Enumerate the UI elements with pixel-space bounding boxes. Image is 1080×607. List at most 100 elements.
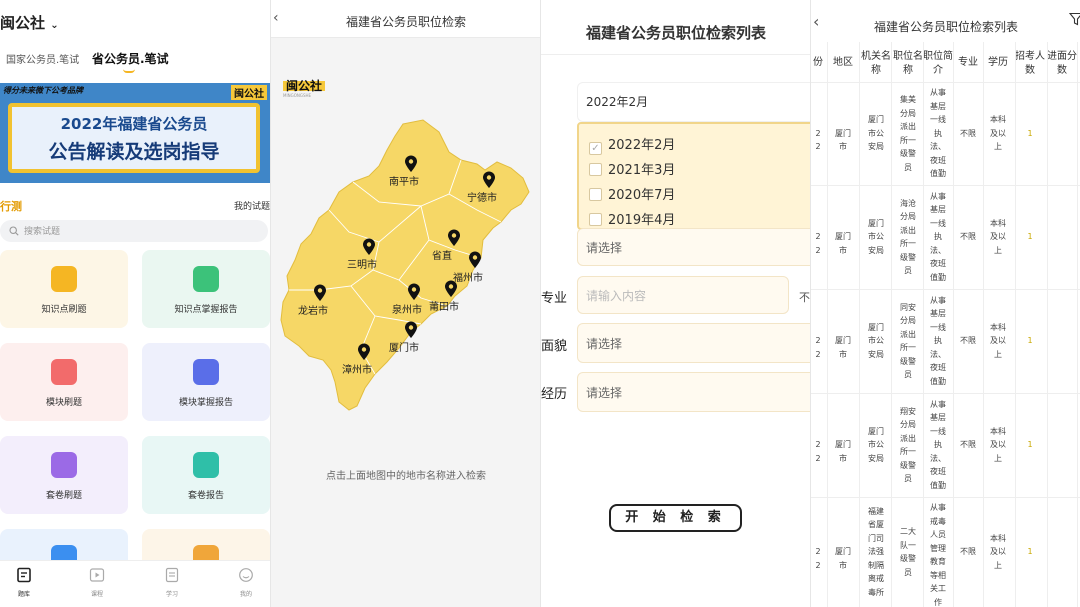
tab-national[interactable]: 国家公务员.笔试 [6,51,79,66]
table-cell: 22 [815,128,821,152]
my-exams-link[interactable]: 我的试题 [234,199,270,212]
tile-label: 模块刷题 [45,398,82,408]
start-search-button[interactable]: 开 始 检 索 [609,504,742,532]
notes-icon [165,567,179,583]
city-label[interactable]: 漳州市 [342,361,400,376]
city-marker[interactable]: 龙岩市 [298,284,356,317]
form-title: 福建省公务员职位检索列表 [585,24,766,42]
table-row[interactable]: 22 厦门市 厦门市公安局 集美分局派出所一级警员 从事基层一线执法、夜班值勤 不限 本科及… [811,82,1080,185]
year-option-2020[interactable]: 2020年7月 [589,184,675,203]
chevron-down-icon[interactable]: ⌄ [50,20,58,31]
filter-icon[interactable] [1069,12,1080,26]
checkbox-icon[interactable] [589,163,602,176]
input-placeholder: 请输入内容 [586,289,647,303]
tile-label: 模块掌握报告 [178,398,233,408]
table-header[interactable]: 学历 [983,56,1013,70]
profile-icon [239,568,253,582]
bottom-nav: 题库 课程 学习 我的 [0,560,270,607]
nav-courses[interactable]: 课程 [77,567,117,598]
city-marker[interactable]: 漳州市 [342,343,400,376]
nav-tiku[interactable]: 题库 [4,567,44,598]
table-cell: 厦门市公安局 [868,218,884,255]
table-cell: 本科及以上 [990,218,1006,255]
city-marker[interactable]: 厦门市 [389,321,447,354]
table-cell: 本科及以上 [990,426,1006,463]
map-pin-icon [362,238,405,256]
year-select[interactable]: 2022年2月 [577,82,810,122]
banner-tagline: 得分未来微下公考品牌 [3,86,83,95]
table-header[interactable]: 进面分数 [1047,50,1077,78]
table-header[interactable]: 地区 [829,56,857,70]
checkbox-icon[interactable] [589,213,602,226]
app-title[interactable]: 闽公社 ⌄ [0,12,59,33]
table-cell: 厦门市 [835,232,851,255]
promo-banner[interactable]: 得分未来微下公考品牌 闽公社 2022年福建省公务员 公告解读及选岗指导 [0,83,270,183]
table-header[interactable]: 份 [811,56,825,70]
city-marker[interactable]: 南平市 [389,155,447,188]
experience-select[interactable]: 请选择 [577,372,810,412]
search-placeholder: 搜索试题 [24,227,61,237]
table-row[interactable]: 22 厦门市 厦门市公安局 同安分局派出所一级警员 从事基层一线执法、夜班值勤 不限 本科及… [811,289,1080,393]
city-label[interactable]: 宁德市 [467,189,525,204]
checkbox-icon[interactable] [589,188,602,201]
tile-label: 套卷报告 [187,491,224,501]
map-pin-icon [444,280,487,298]
checkbox-checked-icon[interactable]: ✓ [589,142,602,155]
map-hint: 点击上面地图中的地市名称进入检索 [326,471,486,482]
feature-tile[interactable]: 模块刷题 [0,343,128,421]
option-label: 2022年2月 [608,138,676,153]
year-option-2021[interactable]: 2021年3月 [589,159,675,178]
city-marker[interactable]: 莆田市 [429,280,487,313]
table-row[interactable]: 22 厦门市 厦门市公安局 翔安分局派出所一级警员 从事基层一线执法、夜班值勤 不限 本科及… [811,393,1080,497]
table-header[interactable]: 职位简介 [923,50,953,78]
year-option-2019[interactable]: 2019年4月 [589,209,675,228]
city-label[interactable]: 莆田市 [429,298,487,313]
table-row[interactable]: 22 厦门市 福建省厦门司法强制隔离戒毒所 二大队一级警员 从事戒毒人员管理教育等相关工… [811,497,1080,607]
political-select[interactable]: 请选择 [577,323,810,363]
table-header[interactable]: 职位名称 [893,50,923,78]
tile-icon [51,359,77,385]
major-input[interactable]: 请输入内容 [577,276,789,314]
map-pin-icon [404,321,447,339]
table-cell: 厦门市公安局 [868,115,884,152]
label-political: 面貌 [541,339,568,354]
city-label[interactable]: 三明市 [347,256,405,271]
nav-label: 我的 [239,591,252,598]
unlimited-toggle[interactable]: 不 [799,289,810,305]
city-marker[interactable]: 三明市 [347,238,405,271]
nav-label: 课程 [90,591,103,598]
table-cell: 1 [1027,547,1033,557]
feature-tile[interactable]: 模块掌握报告 [142,343,270,421]
tile-icon [193,452,219,478]
feature-tile[interactable]: 知识点掌握报告 [142,250,270,328]
year-option-2022[interactable]: ✓ 2022年2月 [589,134,675,155]
nav-study[interactable]: 学习 [152,567,192,598]
section-title: 行测 [0,200,22,213]
tile-icon [193,359,219,385]
city-label[interactable]: 南平市 [389,173,447,188]
feature-tile[interactable]: 知识点刷题 [0,250,128,328]
brand-logo: 闽公社 MINGONGSHE [283,80,326,101]
feature-tile[interactable]: 套卷刷题 [0,436,128,514]
table-cell: 1 [1027,440,1033,450]
tab-provincial[interactable]: 省公务员.笔试 [92,50,169,67]
table-row[interactable]: 22 厦门市 厦门市公安局 海沧分局派出所一级警员 从事基层一线执法、夜班值勤 不限 本科及… [811,185,1080,289]
tile-label: 知识点刷题 [41,305,87,315]
table-header[interactable]: 机关名称 [861,50,891,78]
search-input[interactable]: 搜索试题 [0,220,268,242]
table-header[interactable]: 招考人数 [1015,50,1045,78]
option-label: 2019年4月 [608,213,676,228]
nav-me[interactable]: 我的 [226,567,266,598]
city-marker[interactable]: 宁德市 [467,171,525,204]
table-header[interactable]: 专业 [954,56,982,70]
table-cell: 不限 [960,128,976,138]
banner-logo: 闽公社 [231,85,267,100]
map-pin-icon [404,155,447,173]
map-pin-icon [468,251,511,269]
select-field-1[interactable]: 请选择 [577,228,810,266]
feature-tile[interactable]: 套卷报告 [142,436,270,514]
table-cell: 1 [1027,232,1033,242]
city-label[interactable]: 龙岩市 [298,302,356,317]
nav-label: 学习 [165,591,178,598]
table-cell: 22 [815,440,821,463]
